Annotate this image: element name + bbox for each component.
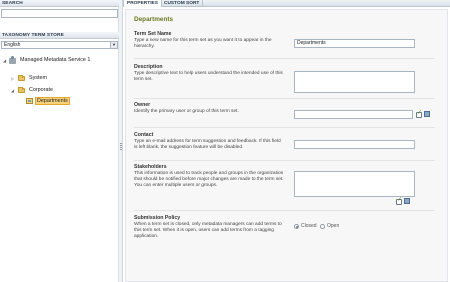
tree-node-system[interactable]: ▷ System	[0, 74, 119, 83]
properties-form: Departments Term Set Name Type a new nam…	[125, 9, 448, 282]
tree-service-label: Managed Metadata Service 1	[20, 57, 91, 63]
tree-termset-label: Departments	[35, 97, 70, 105]
chevron-down-icon[interactable]: ▼	[110, 42, 117, 48]
submission-policy-label: Submission Policy	[134, 215, 181, 221]
check-names-icon[interactable]	[416, 109, 422, 118]
description-textarea[interactable]	[294, 71, 415, 93]
radio-closed-label: Closed	[301, 223, 317, 229]
collapse-icon[interactable]: ◢	[3, 56, 6, 65]
owner-desc: Identify the primary user or group of th…	[134, 109, 239, 114]
term-set-name-input[interactable]: Departments	[294, 39, 415, 48]
collapse-icon[interactable]: ◢	[11, 86, 14, 95]
radio-open-control[interactable]	[320, 223, 325, 229]
tree-group-label: System	[29, 75, 47, 81]
owner-input[interactable]	[294, 110, 413, 119]
stakeholders-picker-icons	[396, 196, 410, 205]
term-set-name-desc: Type a new name for this term set as you…	[134, 38, 272, 49]
divider	[134, 58, 435, 59]
right-pane: PROPERTIES CUSTOM SORT Departments Term …	[123, 0, 450, 282]
stakeholders-label: Stakeholders	[134, 164, 167, 170]
tab-bar: PROPERTIES CUSTOM SORT	[123, 0, 450, 7]
divider	[134, 210, 435, 211]
radio-open-label: Open	[327, 223, 340, 229]
description-label: Description	[134, 64, 163, 70]
owner-picker-icons	[416, 109, 430, 118]
expand-icon[interactable]: ▷	[11, 74, 14, 83]
folder-icon	[18, 75, 25, 81]
tree-node-service[interactable]: ◢ Managed Metadata Service 1	[0, 56, 119, 65]
tab-properties[interactable]: PROPERTIES	[123, 0, 162, 7]
tree-node-departments[interactable]: Departments	[0, 96, 119, 105]
description-desc: Type descriptive text to help users unde…	[134, 71, 283, 82]
tree-node-corporate[interactable]: ◢ Corporate	[0, 86, 119, 95]
term-set-name-label: Term Set Name	[134, 31, 172, 37]
splitter-grip-icon[interactable]	[120, 143, 122, 151]
radio-closed[interactable]: Closed	[294, 223, 317, 229]
divider	[134, 127, 435, 128]
language-value: English	[4, 42, 21, 48]
folder-icon	[18, 87, 25, 93]
check-names-icon[interactable]	[396, 196, 402, 205]
divider	[134, 98, 435, 99]
radio-closed-control[interactable]	[294, 223, 299, 229]
submission-policy-desc: When a term set is closed, only metadata…	[134, 222, 282, 239]
contact-label: Contact	[134, 132, 154, 138]
contact-input[interactable]	[294, 140, 415, 149]
termset-icon	[26, 98, 33, 104]
tab-custom-sort[interactable]: CUSTOM SORT	[161, 0, 204, 7]
term-store-header: TAXONOMY TERM STORE	[0, 32, 119, 39]
tree-group-label: Corporate	[29, 87, 53, 93]
owner-label: Owner	[134, 102, 151, 108]
form-title: Departments	[134, 16, 174, 23]
browse-icon[interactable]	[404, 198, 410, 204]
service-icon	[9, 56, 16, 64]
radio-open[interactable]: Open	[320, 223, 339, 229]
language-select[interactable]: English ▼	[1, 41, 118, 49]
search-input[interactable]	[1, 9, 118, 18]
browse-icon[interactable]	[424, 111, 430, 117]
divider	[134, 160, 435, 161]
contact-desc: Type an e-mail address for term suggesti…	[134, 139, 281, 150]
stakeholders-input[interactable]	[294, 171, 415, 197]
stakeholders-desc: This information is used to track people…	[134, 171, 284, 188]
search-header: SEARCH	[0, 0, 119, 7]
left-pane: SEARCH TAXONOMY TERM STORE English ▼ ◢ M…	[0, 0, 119, 282]
